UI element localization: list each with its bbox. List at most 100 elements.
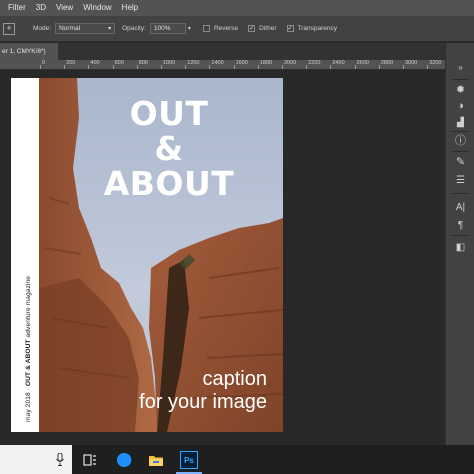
ruler-tick-mark [306, 65, 308, 69]
histogram-icon[interactable]: ▟ [446, 115, 474, 129]
cover-spine: may 2018 · OUT & ABOUT adventure magazin… [11, 78, 39, 432]
canvas-area[interactable]: may 2018 · OUT & ABOUT adventure magazin… [0, 70, 445, 445]
menu-window[interactable]: Window [78, 0, 116, 16]
ruler-tick-mark [257, 65, 259, 69]
menu-help[interactable]: Help [117, 0, 143, 16]
panel-separator [452, 193, 469, 194]
ruler-tick-label: 3000 [405, 60, 418, 66]
ruler-tick-mark [354, 65, 356, 69]
menu-bar: Filter 3D View Window Help [0, 0, 474, 16]
dither-checkbox[interactable]: ✓ Dither [248, 25, 277, 32]
ruler-tick-label: 2000 [284, 60, 297, 66]
microphone-icon[interactable] [56, 453, 64, 466]
edge-button[interactable] [114, 450, 134, 470]
ruler-tick-mark [209, 65, 211, 69]
brushes-icon[interactable]: ✹ [446, 83, 474, 97]
menu-filter[interactable]: Filter [0, 0, 31, 16]
ruler-tick-mark [136, 65, 138, 69]
task-view-button[interactable] [80, 450, 100, 470]
properties-icon[interactable]: ☰ [446, 174, 474, 188]
ruler-tick-label: 400 [90, 60, 100, 66]
info-icon[interactable]: ⓘ [446, 134, 474, 148]
ruler-tick-mark [403, 65, 404, 69]
spine-tagline: adventure magazine [25, 275, 32, 340]
edge-icon [117, 452, 132, 467]
options-bar: + Mode: Normal ▾ Opacity: 100% ▾ Reverse… [0, 16, 474, 42]
ruler-tick-label: 2200 [308, 60, 321, 66]
windows-taskbar: Ps [0, 445, 474, 474]
reverse-checkbox[interactable]: Reverse [202, 25, 239, 32]
dither-label: Dither [259, 25, 277, 32]
opacity-value: 100% [153, 25, 171, 32]
spine-text: may 2018 · OUT & ABOUT adventure magazin… [25, 276, 32, 422]
photoshop-label: Ps [184, 455, 194, 465]
title-line-1: OUT [129, 94, 209, 133]
ruler-tick-mark [161, 65, 162, 69]
caption-line-2: for your image [139, 391, 267, 413]
ruler-tick-mark [40, 65, 41, 69]
transparency-label: Transparency [297, 25, 338, 32]
ruler-tick-label: 2400 [332, 60, 345, 66]
ruler-tick-label: 2800 [380, 60, 394, 66]
ruler-tick-mark [112, 65, 114, 69]
file-explorer-icon [149, 456, 163, 466]
file-explorer-button[interactable] [146, 450, 166, 470]
panel-separator [452, 235, 469, 236]
ruler-tick-label: 600 [114, 60, 124, 66]
task-view-icon [83, 454, 96, 466]
layers-icon[interactable]: ◧ [446, 241, 474, 255]
ruler-tick-mark [378, 65, 380, 69]
ruler-tick-label: 1600 [235, 60, 248, 66]
brush-presets-icon[interactable]: ✎ [446, 155, 474, 169]
add-gradient-button[interactable]: + [3, 22, 15, 35]
opacity-field[interactable]: 100% [149, 23, 186, 34]
panel-separator [452, 151, 469, 152]
ruler-tick-mark [330, 65, 332, 69]
mode-value: Normal [59, 25, 81, 32]
cover-caption: caption for your image [139, 368, 267, 414]
ruler-tick-mark [282, 65, 283, 69]
photoshop-button[interactable]: Ps [179, 450, 199, 470]
chevron-down-icon: ▾ [108, 26, 112, 32]
plus-icon: + [6, 23, 12, 33]
adjust-icon[interactable]: ◑ [446, 99, 474, 113]
ruler-tick-mark [233, 65, 235, 69]
reverse-label: Reverse [213, 25, 239, 32]
transparency-checkbox[interactable]: ✓ Transparency [286, 25, 338, 32]
spine-date: may 2018 · [25, 386, 32, 422]
opacity-label: Opacity: [122, 25, 146, 32]
ruler-tick-label: 2600 [356, 60, 369, 66]
spine-brand: OUT & ABOUT [25, 339, 32, 387]
title-line-3: ABOUT [103, 164, 235, 203]
ruler-tick-label: 1400 [211, 60, 224, 66]
mode-select[interactable]: Normal ▾ [55, 23, 116, 34]
ruler-tick-label: 1000 [163, 60, 176, 66]
horizontal-ruler[interactable]: 0 200 400 600 800 1000 1200 1400 1600 1800 2000 220… [0, 60, 445, 70]
mode-label: Mode: [33, 25, 52, 32]
ruler-tick-mark [427, 65, 429, 69]
menu-view[interactable]: View [51, 0, 78, 16]
document-canvas[interactable]: may 2018 · OUT & ABOUT adventure magazin… [11, 78, 283, 432]
ruler-tick-label: 0 [42, 60, 46, 66]
title-line-2: & [154, 129, 184, 168]
ruler-tick-label: 800 [138, 60, 148, 66]
taskbar-search-box[interactable] [0, 445, 72, 474]
panel-separator [452, 131, 469, 132]
check-icon: ✓ [286, 25, 294, 32]
panel-separator [452, 79, 469, 80]
ruler-tick-mark [88, 65, 90, 69]
character-icon[interactable]: A| [446, 201, 474, 215]
ruler-tick-label: 200 [66, 60, 76, 66]
document-tab[interactable]: er 1, CMYK/8*) [0, 43, 58, 60]
right-panel-dock: » ✹ ◑ ▟ ⓘ ✎ ☰ A| ¶ ◧ [445, 43, 474, 445]
opacity-dropdown-icon[interactable]: ▾ [188, 25, 191, 32]
ruler-tick-label: 3200 [429, 60, 442, 66]
document-tab-bar: er 1, CMYK/8*) [0, 43, 445, 60]
ruler-tick-label: 1800 [259, 60, 273, 66]
check-icon: ✓ [248, 25, 256, 32]
ruler-tick-mark [64, 65, 66, 69]
collapse-arrows-icon[interactable]: » [446, 61, 474, 75]
menu-3d[interactable]: 3D [31, 0, 51, 16]
reverse-checkbox-box [202, 25, 210, 32]
paragraph-icon[interactable]: ¶ [446, 219, 474, 233]
